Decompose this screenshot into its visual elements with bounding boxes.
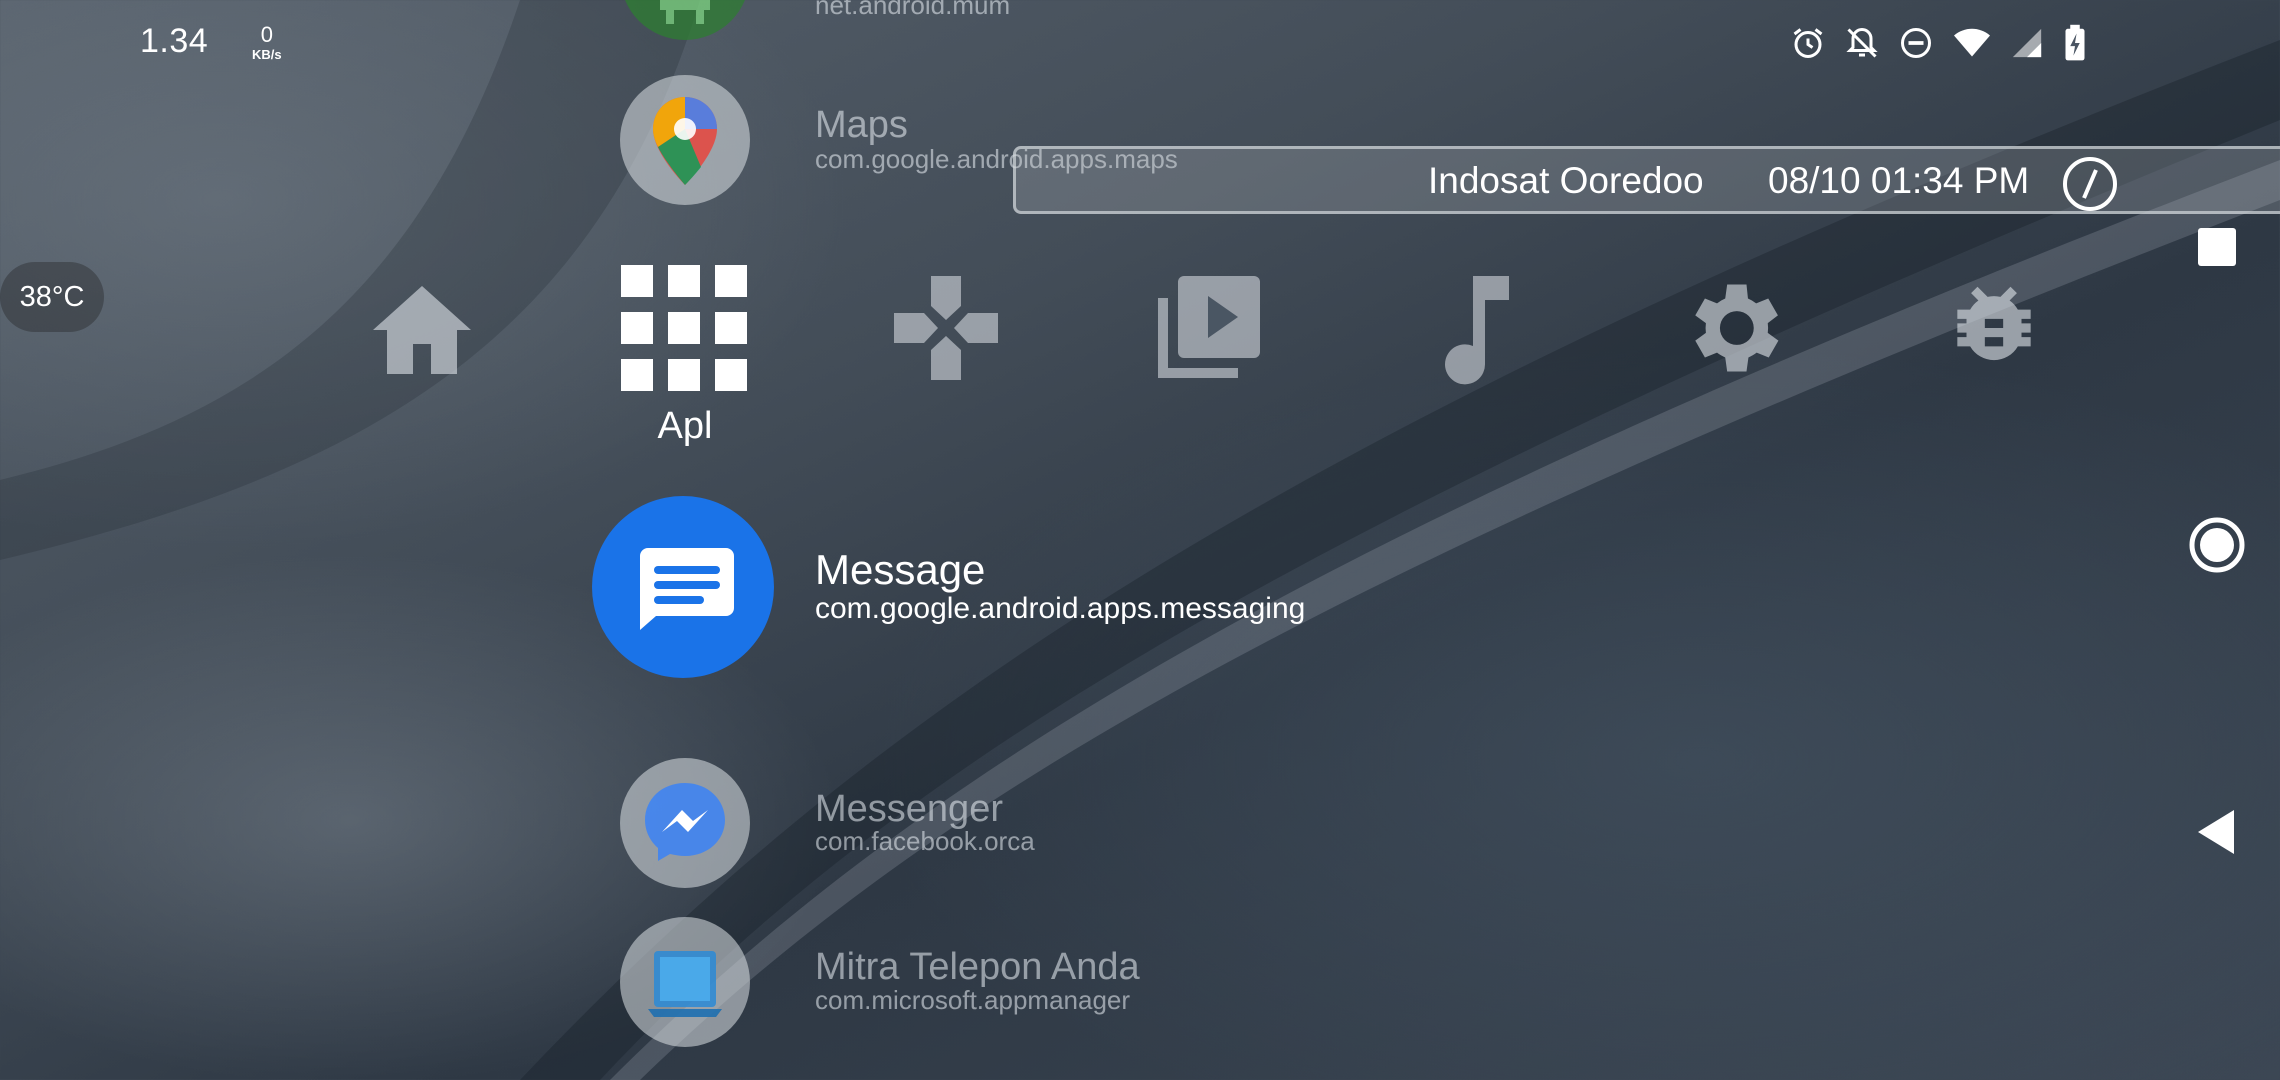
app-package-android: net.android.mum: [815, 0, 1011, 20]
dock-music[interactable]: [1400, 258, 1540, 398]
alarm-icon: [1793, 28, 1823, 58]
app-name-maps: Maps: [815, 104, 908, 146]
music-note-icon: [1445, 276, 1509, 385]
battery-charging-icon: [2065, 24, 2085, 61]
apps-grid-icon: [621, 265, 747, 391]
gamepad-icon: [894, 276, 998, 380]
dock-debug[interactable]: [1924, 258, 2064, 398]
dock-video[interactable]: [1138, 258, 1278, 398]
dock-home[interactable]: [352, 258, 492, 398]
messages-icon: [640, 548, 734, 630]
dock-apps-label: Apl: [657, 405, 713, 447]
messenger-icon: [645, 783, 725, 861]
banner-datetime: 08/10 01:34 PM: [1768, 160, 2030, 201]
home-icon: [373, 286, 471, 374]
recents-square-icon[interactable]: [2198, 228, 2236, 266]
network-speed-unit: KB/s: [252, 47, 282, 62]
video-library-icon: [1158, 276, 1260, 378]
dock-games[interactable]: [876, 258, 1016, 398]
network-speed-value: 0: [260, 22, 273, 47]
dock-apps[interactable]: [614, 258, 754, 398]
app-name-messenger: Messenger: [815, 788, 1003, 830]
app-icon-maps[interactable]: [620, 75, 750, 205]
app-package-message: com.google.android.apps.messaging: [815, 592, 1306, 625]
maps-pin-icon: [653, 97, 717, 185]
dock-settings[interactable]: [1662, 258, 1802, 398]
do-not-disturb-icon: [1901, 28, 1931, 58]
app-package-messenger: com.facebook.orca: [815, 826, 1035, 856]
home-circle-icon[interactable]: [2188, 516, 2246, 574]
app-icon-phone-link[interactable]: [620, 917, 750, 1047]
slash-circle-icon[interactable]: [2060, 154, 2120, 214]
temperature-widget[interactable]: 38°C: [0, 262, 104, 332]
bell-off-icon: [1846, 27, 1878, 58]
app-name-message[interactable]: Message: [815, 546, 985, 594]
carrier-name: Indosat Ooredoo: [1428, 160, 1704, 201]
app-icon-messenger[interactable]: [620, 758, 750, 888]
signal-icon: [2012, 28, 2042, 58]
phone-link-icon: [648, 951, 722, 1017]
status-clock: 1.34: [140, 22, 209, 60]
wifi-icon: [1954, 28, 1990, 57]
back-triangle-icon[interactable]: [2196, 808, 2236, 856]
app-name-phone-link: Mitra Telepon Anda: [815, 946, 1140, 988]
status-icons: [1790, 24, 2088, 62]
app-package-phone-link: com.microsoft.appmanager: [815, 985, 1131, 1015]
app-icon-message[interactable]: [592, 496, 774, 678]
settings-gear-icon: [1695, 284, 1779, 372]
bug-icon: [1957, 286, 2031, 361]
network-speed-indicator: 0 KB/s: [252, 22, 282, 62]
